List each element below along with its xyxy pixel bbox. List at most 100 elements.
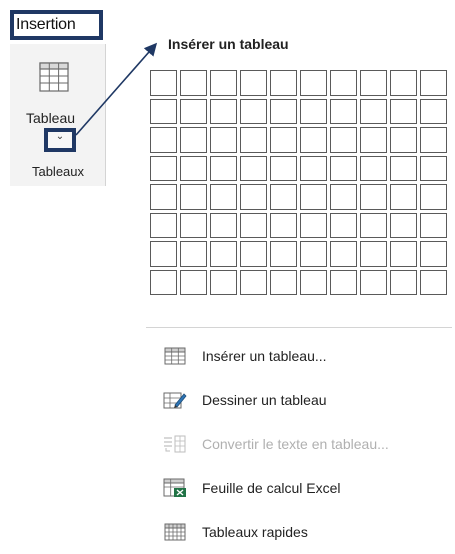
grid-cell[interactable] xyxy=(270,70,297,96)
grid-cell[interactable] xyxy=(360,155,387,181)
grid-cell[interactable] xyxy=(390,184,417,210)
grid-cell[interactable] xyxy=(330,127,357,153)
grid-cell[interactable] xyxy=(180,269,207,295)
table-dropdown-button[interactable]: ⌄ xyxy=(44,128,76,152)
grid-cell[interactable] xyxy=(420,98,447,124)
grid-cell[interactable] xyxy=(300,127,327,153)
grid-cell[interactable] xyxy=(270,184,297,210)
grid-cell[interactable] xyxy=(240,269,267,295)
grid-cell[interactable] xyxy=(240,70,267,96)
table-size-grid[interactable] xyxy=(150,70,447,295)
grid-cell[interactable] xyxy=(390,241,417,267)
grid-cell[interactable] xyxy=(210,155,237,181)
grid-cell[interactable] xyxy=(420,269,447,295)
table-menu: Insérer un tableau... Dessiner un tablea… xyxy=(146,334,452,554)
tab-insertion[interactable]: Insertion xyxy=(10,10,103,40)
grid-cell[interactable] xyxy=(360,184,387,210)
group-label: Tableaux xyxy=(31,164,85,179)
grid-cell[interactable] xyxy=(360,269,387,295)
grid-cell[interactable] xyxy=(390,155,417,181)
menu-item-excel-sheet[interactable]: Feuille de calcul Excel xyxy=(146,466,452,510)
menu-item-draw-table[interactable]: Dessiner un tableau xyxy=(146,378,452,422)
grid-cell[interactable] xyxy=(420,155,447,181)
table-button[interactable]: Tableau ⌄ xyxy=(14,50,100,152)
grid-cell[interactable] xyxy=(360,70,387,96)
convert-text-to-table-icon xyxy=(162,433,188,455)
grid-cell[interactable] xyxy=(360,241,387,267)
grid-cell[interactable] xyxy=(180,127,207,153)
menu-item-label: Insérer un tableau... xyxy=(202,348,327,364)
grid-cell[interactable] xyxy=(150,98,177,124)
grid-cell[interactable] xyxy=(300,98,327,124)
grid-cell[interactable] xyxy=(420,127,447,153)
grid-cell[interactable] xyxy=(180,212,207,238)
grid-cell[interactable] xyxy=(330,155,357,181)
grid-cell[interactable] xyxy=(270,98,297,124)
grid-cell[interactable] xyxy=(420,241,447,267)
grid-cell[interactable] xyxy=(180,98,207,124)
grid-cell[interactable] xyxy=(270,127,297,153)
grid-cell[interactable] xyxy=(420,212,447,238)
chevron-down-icon: ⌄ xyxy=(55,131,65,142)
grid-cell[interactable] xyxy=(210,212,237,238)
grid-cell[interactable] xyxy=(210,269,237,295)
grid-cell[interactable] xyxy=(330,98,357,124)
menu-item-label: Dessiner un tableau xyxy=(202,392,327,408)
grid-cell[interactable] xyxy=(210,98,237,124)
grid-cell[interactable] xyxy=(300,212,327,238)
grid-cell[interactable] xyxy=(300,241,327,267)
grid-cell[interactable] xyxy=(390,212,417,238)
grid-cell[interactable] xyxy=(360,212,387,238)
grid-cell[interactable] xyxy=(300,70,327,96)
menu-item-convert-text[interactable]: Convertir le texte en tableau... xyxy=(146,422,452,466)
grid-cell[interactable] xyxy=(390,70,417,96)
grid-cell[interactable] xyxy=(240,127,267,153)
table-icon xyxy=(39,62,69,97)
grid-cell[interactable] xyxy=(150,212,177,238)
grid-cell[interactable] xyxy=(270,241,297,267)
grid-cell[interactable] xyxy=(330,269,357,295)
grid-cell[interactable] xyxy=(300,269,327,295)
grid-cell[interactable] xyxy=(270,155,297,181)
grid-cell[interactable] xyxy=(210,241,237,267)
grid-cell[interactable] xyxy=(210,184,237,210)
grid-cell[interactable] xyxy=(390,127,417,153)
grid-cell[interactable] xyxy=(210,127,237,153)
grid-cell[interactable] xyxy=(330,184,357,210)
grid-cell[interactable] xyxy=(240,212,267,238)
grid-cell[interactable] xyxy=(420,184,447,210)
grid-cell[interactable] xyxy=(420,70,447,96)
grid-cell[interactable] xyxy=(210,70,237,96)
panel-title: Insérer un tableau xyxy=(168,36,289,52)
grid-cell[interactable] xyxy=(360,127,387,153)
grid-cell[interactable] xyxy=(240,98,267,124)
grid-cell[interactable] xyxy=(300,184,327,210)
grid-cell[interactable] xyxy=(180,184,207,210)
grid-cell[interactable] xyxy=(180,70,207,96)
grid-cell[interactable] xyxy=(150,155,177,181)
grid-cell[interactable] xyxy=(330,241,357,267)
grid-cell[interactable] xyxy=(240,184,267,210)
grid-cell[interactable] xyxy=(360,98,387,124)
grid-cell[interactable] xyxy=(270,212,297,238)
grid-cell[interactable] xyxy=(150,269,177,295)
excel-sheet-icon xyxy=(162,477,188,499)
grid-cell[interactable] xyxy=(150,184,177,210)
grid-cell[interactable] xyxy=(390,98,417,124)
grid-cell[interactable] xyxy=(150,241,177,267)
grid-cell[interactable] xyxy=(240,241,267,267)
menu-item-insert-table[interactable]: Insérer un tableau... xyxy=(146,334,452,378)
menu-item-label: Tableaux rapides xyxy=(202,524,308,540)
grid-cell[interactable] xyxy=(330,212,357,238)
grid-cell[interactable] xyxy=(270,269,297,295)
grid-cell[interactable] xyxy=(150,127,177,153)
menu-item-quick-tables[interactable]: Tableaux rapides xyxy=(146,510,452,554)
grid-cell[interactable] xyxy=(240,155,267,181)
grid-cell[interactable] xyxy=(390,269,417,295)
grid-cell[interactable] xyxy=(330,70,357,96)
grid-cell[interactable] xyxy=(180,155,207,181)
grid-cell[interactable] xyxy=(150,70,177,96)
grid-cell[interactable] xyxy=(180,241,207,267)
quick-tables-icon xyxy=(162,521,188,543)
grid-cell[interactable] xyxy=(300,155,327,181)
